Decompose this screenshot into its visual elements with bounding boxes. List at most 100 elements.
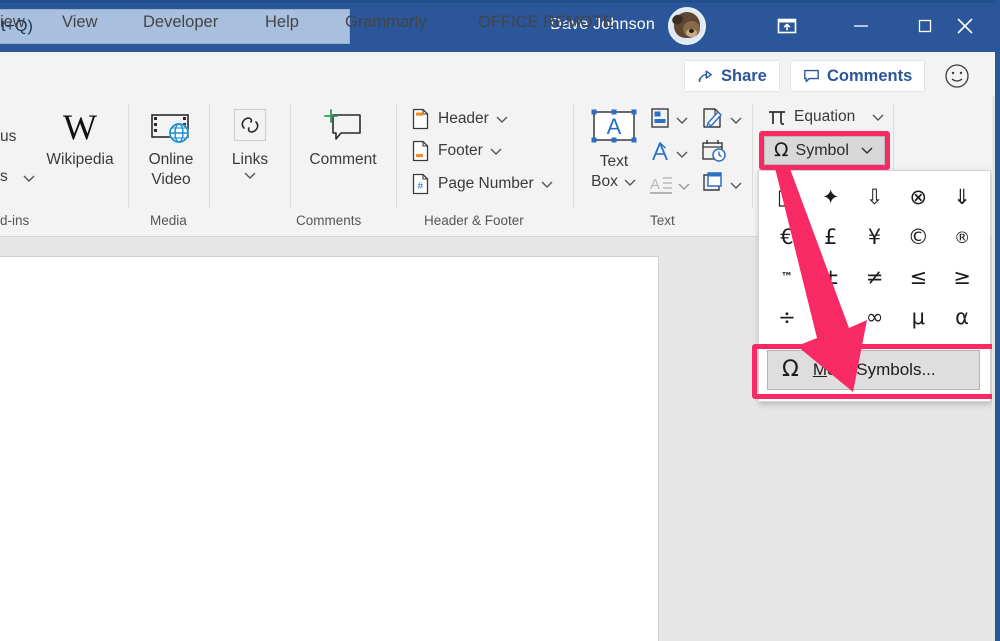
symbol-button-highlight <box>759 131 890 170</box>
header-chevron-down-icon[interactable] <box>495 115 509 124</box>
text-box-icon: A <box>587 104 641 152</box>
drop-cap-icon: A <box>648 172 674 201</box>
footer-label: Footer <box>438 142 483 159</box>
quick-parts-button[interactable] <box>648 106 689 135</box>
page-number-label: Page Number <box>438 175 534 192</box>
text-box-label-line2: Box <box>591 173 618 190</box>
symbol-cell-downwards-white-arrow[interactable]: ⇩ <box>853 177 897 217</box>
window-right-border <box>995 0 1000 641</box>
wordart-icon <box>648 140 672 169</box>
group-separator <box>396 104 397 208</box>
tab-developer[interactable]: Developer <box>143 0 218 44</box>
group-separator <box>752 104 753 208</box>
wordart-button[interactable] <box>648 140 689 169</box>
symbol-cell-multiplication-sign[interactable]: × <box>809 297 853 337</box>
svg-text:A: A <box>607 114 622 139</box>
links-chain-icon <box>229 104 271 150</box>
share-button-label: Share <box>721 66 767 85</box>
addins-item-2-label[interactable]: s <box>0 168 8 186</box>
text-box-label-line1: Text <box>599 153 629 170</box>
new-comment-icon <box>320 104 366 150</box>
tab-office-remote[interactable]: OFFICE REMOTE <box>478 0 614 44</box>
comments-button[interactable]: Comments <box>790 60 926 92</box>
smiley-icon <box>945 64 969 88</box>
new-comment-label: Comment <box>309 151 377 168</box>
symbol-cell-pound-sign[interactable]: £ <box>809 217 853 257</box>
avatar[interactable] <box>668 7 706 45</box>
symbol-grid: □ ✦ ⇩ ⊗ ⇓ € £ ¥ © ® ™ ± ≠ ≤ ≥ ÷ × ∞ μ α <box>765 177 984 337</box>
symbol-cell-yen-sign[interactable]: ¥ <box>853 217 897 257</box>
symbol-cell-greater-than-or-equal[interactable]: ≥ <box>940 257 984 297</box>
document-page[interactable] <box>0 257 658 641</box>
object-chevron-down-icon[interactable] <box>729 181 743 190</box>
text-box-chevron-down-icon[interactable] <box>623 178 637 187</box>
word-window: t+Q) Dave Johnson iew View Developer Hel… <box>0 0 1000 641</box>
symbol-cell-four-point-star[interactable]: ✦ <box>809 177 853 217</box>
header-button[interactable]: Header <box>410 107 509 131</box>
footer-chevron-down-icon[interactable] <box>489 147 503 156</box>
comments-button-label: Comments <box>827 66 913 85</box>
group-label-text: Text <box>650 213 675 228</box>
group-label-media: Media <box>150 213 187 228</box>
symbol-cell-euro-sign[interactable]: € <box>765 217 809 257</box>
tab-view[interactable]: View <box>62 0 97 44</box>
header-page-icon <box>410 107 432 131</box>
tab-help[interactable]: Help <box>265 0 299 44</box>
group-separator <box>573 104 574 208</box>
maximize-icon <box>918 19 932 33</box>
ribbon-display-options-button[interactable] <box>764 0 810 52</box>
share-button[interactable]: Share <box>684 60 780 92</box>
symbol-cell-downwards-double-arrow[interactable]: ⇓ <box>940 177 984 217</box>
links-button[interactable]: Links <box>218 104 282 180</box>
send-feedback-button[interactable] <box>942 61 972 91</box>
symbol-cell-registered-sign[interactable]: ® <box>940 217 984 257</box>
quick-parts-chevron-down-icon[interactable] <box>675 116 689 125</box>
tab-review[interactable]: iew <box>0 0 25 44</box>
signature-line-icon <box>700 106 726 135</box>
addins-item-1-label[interactable]: us <box>0 128 16 146</box>
drop-cap-button: A <box>648 172 691 201</box>
page-number-chevron-down-icon[interactable] <box>540 180 554 189</box>
close-icon <box>957 18 973 34</box>
symbol-cell-greek-alpha[interactable]: α <box>940 297 984 337</box>
group-label-add-ins: d-ins <box>0 213 30 228</box>
symbol-cell-circled-times[interactable]: ⊗ <box>896 177 940 217</box>
date-and-time-button[interactable] <box>700 138 728 169</box>
symbol-cell-not-equal-to[interactable]: ≠ <box>853 257 897 297</box>
more-symbols-highlight <box>752 344 998 399</box>
symbol-cell-micro-sign[interactable]: μ <box>896 297 940 337</box>
symbol-cell-copyright-sign[interactable]: © <box>896 217 940 257</box>
tab-grammarly[interactable]: Grammarly <box>345 0 427 44</box>
group-separator <box>209 104 210 208</box>
footer-button[interactable]: Footer <box>410 139 503 163</box>
close-button[interactable] <box>942 0 988 52</box>
symbol-cell-infinity[interactable]: ∞ <box>853 297 897 337</box>
addins-chevron-down-icon[interactable] <box>22 174 36 183</box>
object-icon <box>700 171 726 200</box>
group-separator <box>290 104 291 208</box>
symbol-cell-less-than-or-equal[interactable]: ≤ <box>896 257 940 297</box>
text-box-button[interactable]: A Text Box <box>585 104 643 192</box>
symbol-cell-plus-minus-sign[interactable]: ± <box>809 257 853 297</box>
wikipedia-button[interactable]: W Wikipedia <box>42 104 118 170</box>
signature-line-chevron-down-icon[interactable] <box>729 116 743 125</box>
symbol-cell-not-defined[interactable]: □ <box>765 177 809 217</box>
equation-button[interactable]: Equation <box>766 105 885 129</box>
ribbon-display-options-icon <box>777 18 797 34</box>
new-comment-button[interactable]: Comment <box>298 104 388 170</box>
object-button[interactable] <box>700 171 743 200</box>
minimize-button[interactable] <box>838 0 884 52</box>
group-separator <box>128 104 129 208</box>
pi-equation-icon <box>766 105 788 129</box>
symbol-cell-trademark-sign[interactable]: ™ <box>765 257 809 297</box>
online-video-button[interactable]: Online Video <box>136 104 206 190</box>
wikipedia-label: Wikipedia <box>46 151 114 168</box>
wordart-chevron-down-icon[interactable] <box>675 150 689 159</box>
equation-chevron-down-icon[interactable] <box>871 113 885 122</box>
links-chevron-down-icon[interactable] <box>243 171 257 180</box>
signature-line-button[interactable] <box>700 106 743 135</box>
online-video-label-line2: Video <box>151 171 191 188</box>
page-number-button[interactable]: # Page Number <box>410 172 554 196</box>
symbol-cell-division-sign[interactable]: ÷ <box>765 297 809 337</box>
group-label-header-footer: Header & Footer <box>424 213 524 228</box>
